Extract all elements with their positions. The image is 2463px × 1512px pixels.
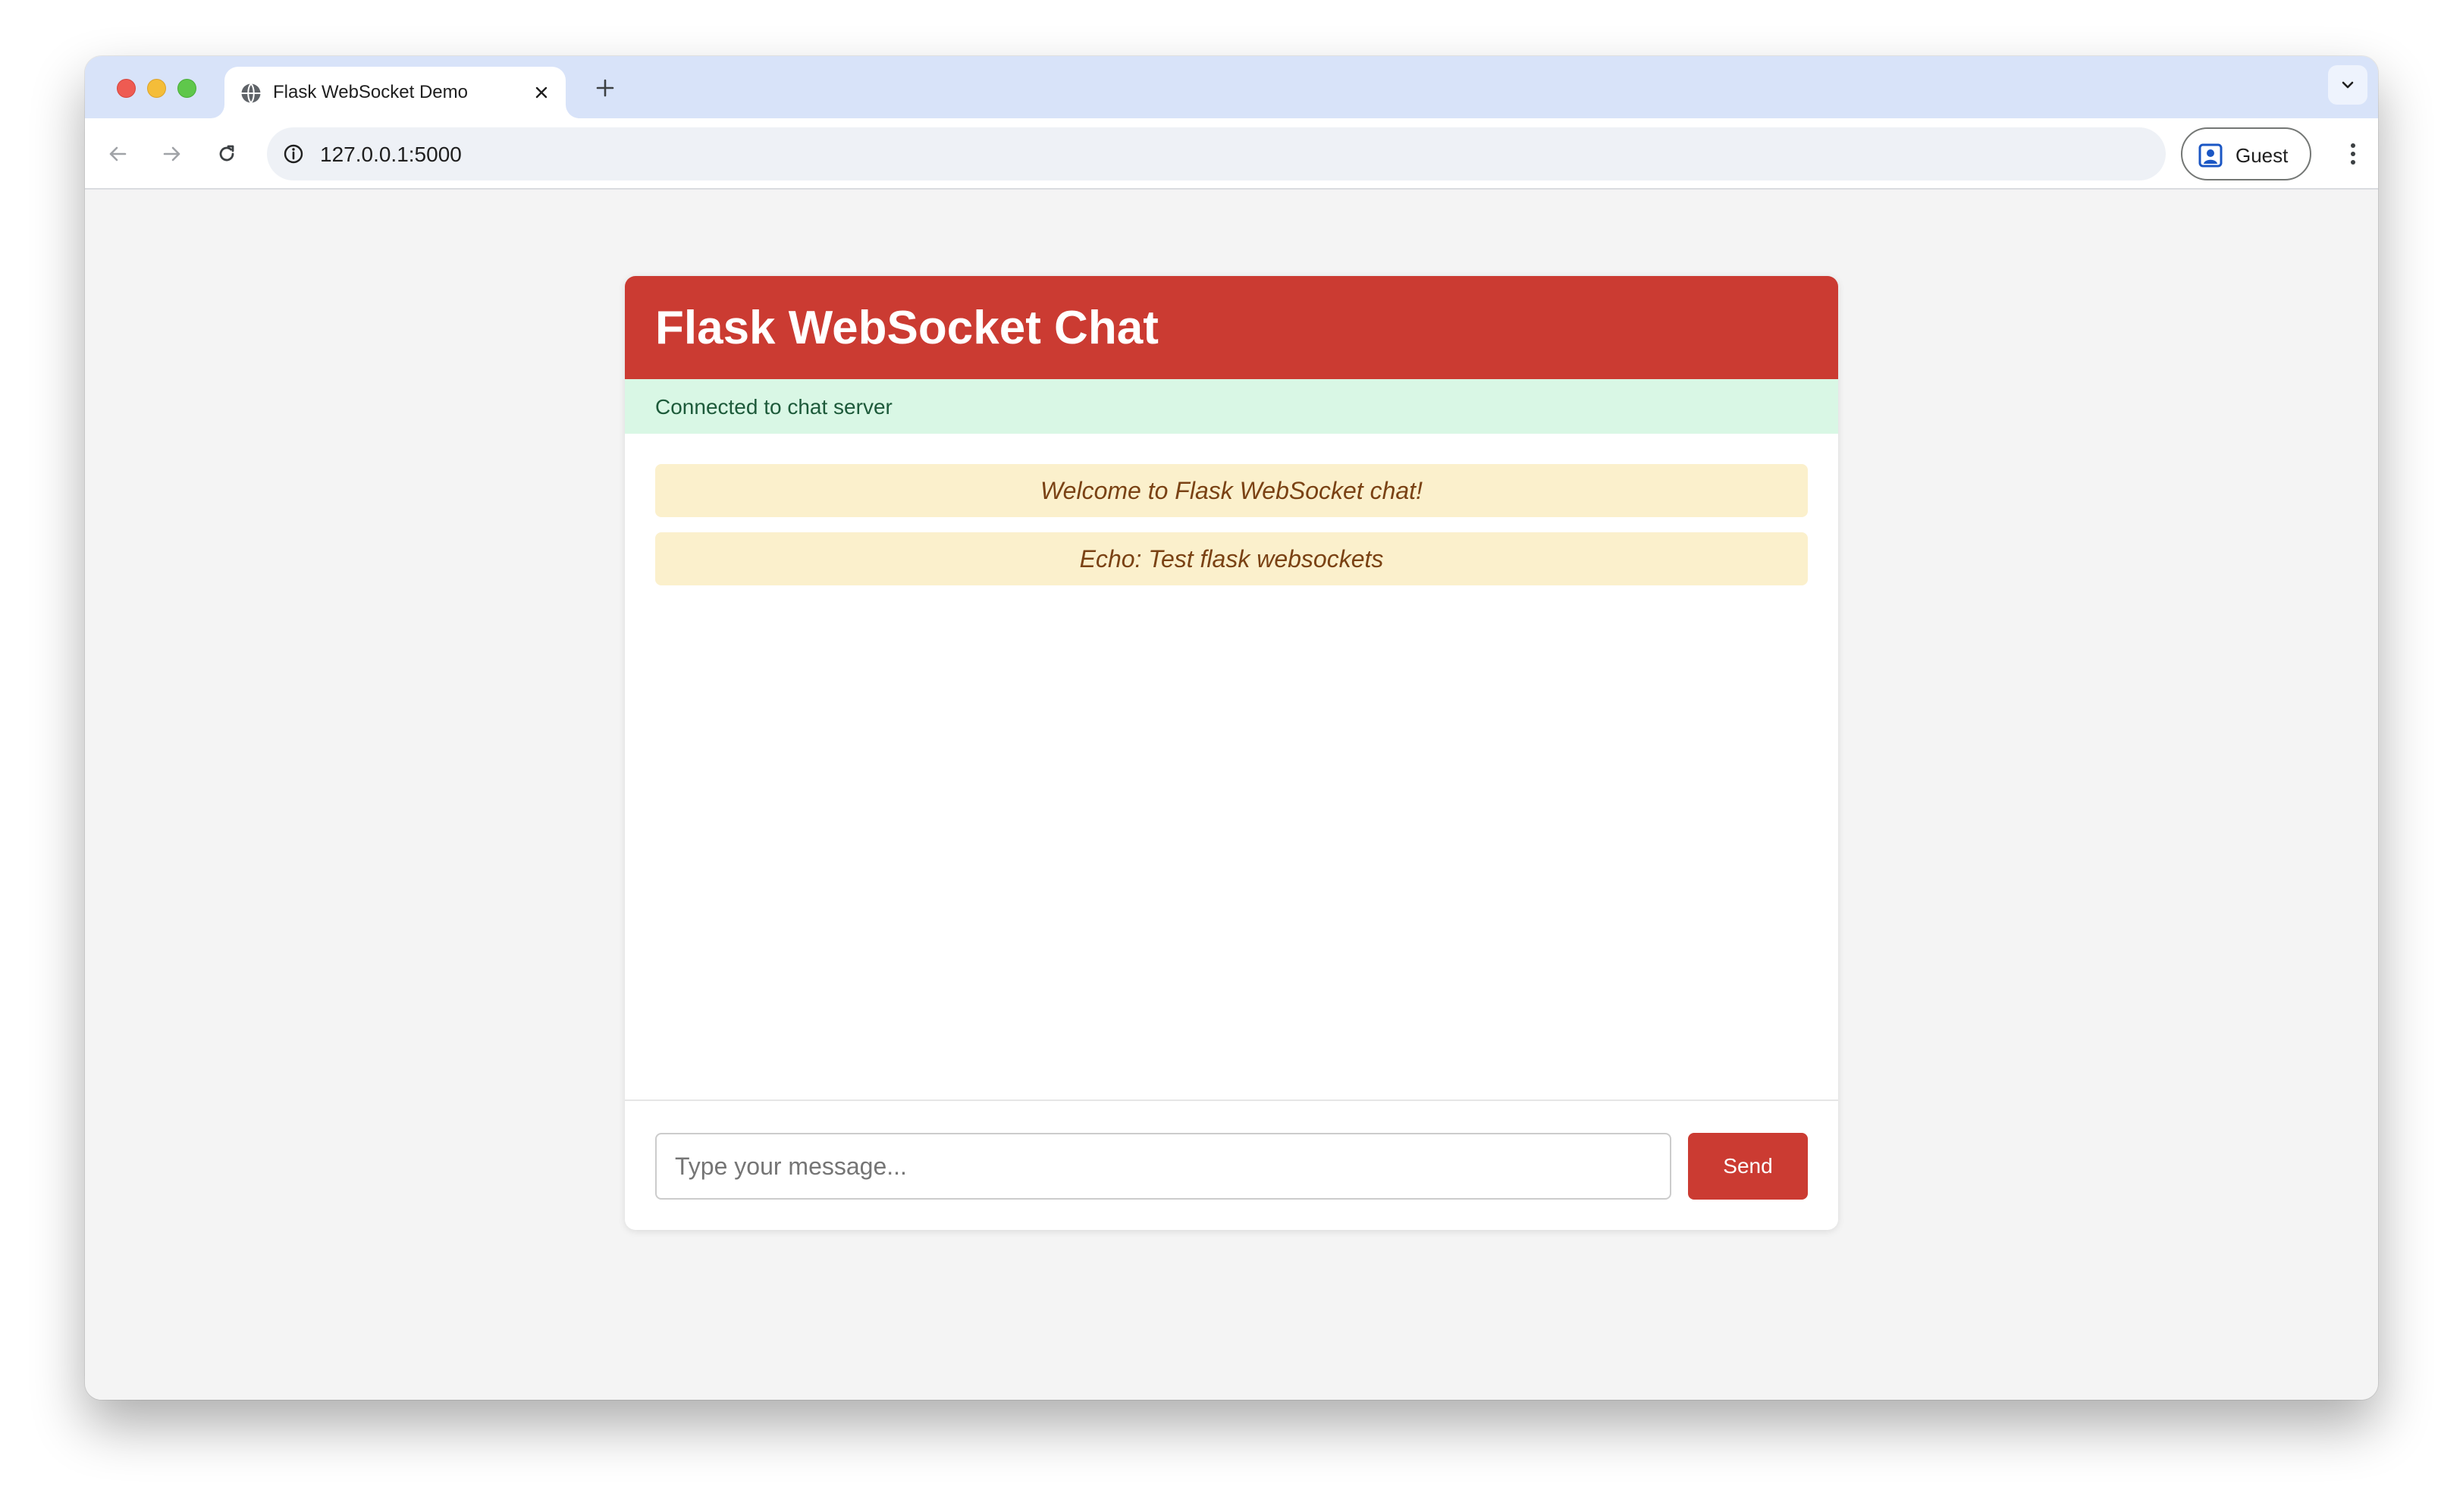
globe-icon	[240, 82, 262, 105]
address-bar[interactable]: 127.0.0.1:5000	[267, 127, 2166, 180]
chat-header: Flask WebSocket Chat	[625, 276, 1838, 379]
message-list: Welcome to Flask WebSocket chat! Echo: T…	[625, 434, 1838, 1101]
tab-search-chevron-down-icon[interactable]	[2328, 65, 2367, 105]
browser-window: Flask WebSocket Demo 127.0.0.1:5000 Gues…	[85, 56, 2378, 1400]
back-arrow-icon[interactable]	[99, 135, 136, 173]
profile-button[interactable]: Guest	[2181, 127, 2311, 180]
new-tab-plus-icon[interactable]	[590, 73, 620, 103]
chat-card: Flask WebSocket Chat Connected to chat s…	[625, 276, 1838, 1230]
profile-label: Guest	[2236, 144, 2289, 167]
tab-title: Flask WebSocket Demo	[273, 82, 468, 102]
close-window-button[interactable]	[117, 79, 136, 98]
page-content: Flask WebSocket Chat Connected to chat s…	[85, 190, 2378, 1400]
forward-arrow-icon[interactable]	[153, 135, 191, 173]
reload-icon[interactable]	[208, 135, 246, 173]
message-input-row: Send	[625, 1103, 1838, 1230]
site-info-icon[interactable]	[279, 140, 308, 168]
more-vert-icon[interactable]	[2334, 135, 2372, 173]
connection-status-text: Connected to chat server	[655, 395, 893, 419]
list-item: Echo: Test flask websockets	[655, 532, 1808, 585]
browser-toolbar: 127.0.0.1:5000 Guest	[85, 118, 2378, 190]
minimize-window-button[interactable]	[147, 79, 166, 98]
maximize-window-button[interactable]	[177, 79, 196, 98]
connection-status-bar: Connected to chat server	[625, 379, 1838, 434]
message-input[interactable]	[655, 1133, 1671, 1200]
tab-flask-websocket-demo[interactable]: Flask WebSocket Demo	[224, 67, 566, 118]
profile-icon	[2198, 143, 2223, 168]
close-tab-icon[interactable]	[529, 80, 554, 105]
list-item: Welcome to Flask WebSocket chat!	[655, 464, 1808, 517]
page-title: Flask WebSocket Chat	[655, 302, 1159, 354]
send-button[interactable]: Send	[1688, 1133, 1808, 1200]
tab-strip: Flask WebSocket Demo	[85, 56, 2378, 118]
url-text: 127.0.0.1:5000	[320, 143, 462, 166]
